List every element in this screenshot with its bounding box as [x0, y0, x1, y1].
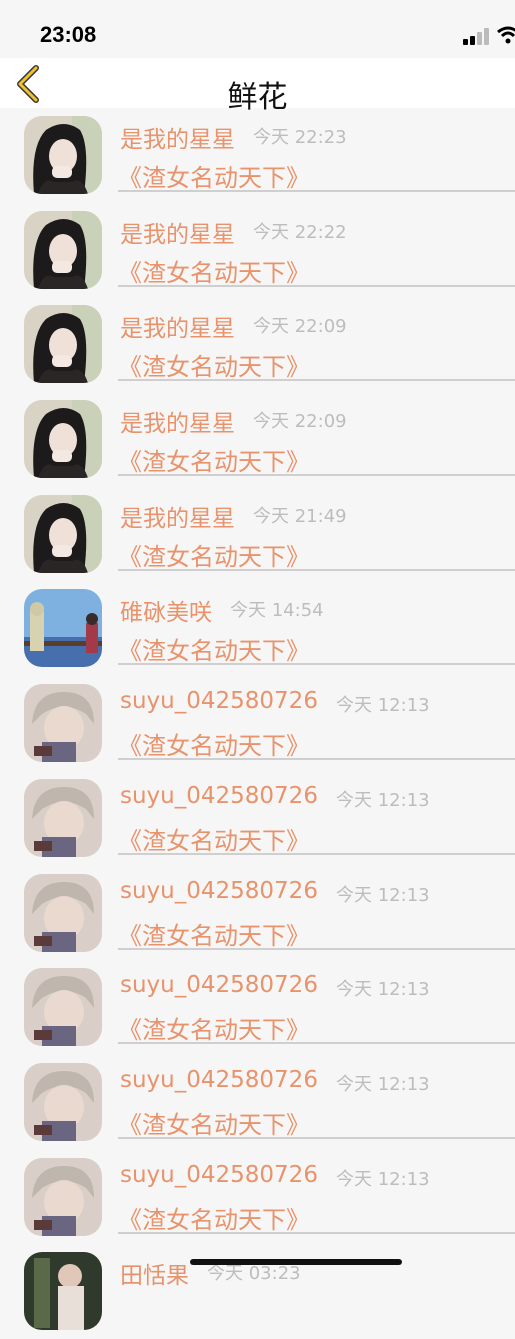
avatar[interactable] [24, 778, 102, 857]
avatar[interactable] [24, 1062, 102, 1141]
row-divider [118, 663, 515, 666]
timestamp: 今天 14:54 [230, 600, 324, 622]
user-name[interactable]: 是我的星星 [120, 499, 235, 533]
timestamp: 今天 22:09 [253, 411, 347, 433]
timestamp: 今天 22:09 [253, 316, 347, 338]
row-divider [118, 379, 515, 382]
list-item[interactable]: suyu_042580726 今天 12:13 《渣女名动天下》 [0, 771, 515, 866]
user-name[interactable]: 是我的星星 [120, 120, 235, 154]
timestamp: 今天 22:22 [253, 221, 347, 243]
cellular-signal-icon [463, 28, 491, 45]
timestamp: 今天 21:49 [253, 505, 347, 527]
user-name[interactable]: 田恬果 [120, 1256, 189, 1290]
user-name[interactable]: suyu_042580726 [120, 1067, 318, 1093]
message-list[interactable]: 是我的星星 今天 22:23 《渣女名动天下》 是我的星星 今天 22:22 《渣女名动天… [0, 108, 515, 1339]
row-divider [118, 947, 515, 950]
timestamp: 今天 12:13 [336, 695, 430, 717]
user-name[interactable]: suyu_042580726 [120, 688, 318, 714]
avatar[interactable] [24, 400, 102, 479]
message-text: 《渣女名动天下》 [118, 921, 310, 950]
status-time: 23:08 [40, 22, 97, 47]
avatar[interactable] [24, 589, 102, 668]
timestamp: 今天 22:23 [253, 127, 347, 148]
avatar[interactable] [24, 1252, 102, 1331]
row-divider [118, 1042, 515, 1045]
message-text: 《渣女名动天下》 [118, 1110, 310, 1139]
timestamp: 今天 12:13 [336, 1073, 430, 1095]
row-divider [118, 568, 515, 571]
avatar[interactable] [24, 968, 102, 1047]
list-item[interactable]: 是我的星星 今天 21:49 《渣女名动天下》 [0, 487, 515, 582]
list-item[interactable]: 是我的星星 今天 22:09 《渣女名动天下》 [0, 392, 515, 487]
list-item[interactable]: suyu_042580726 今天 12:13 《渣女名动天下》 [0, 960, 515, 1055]
avatar[interactable] [24, 873, 102, 952]
timestamp: 今天 12:13 [336, 979, 430, 1001]
timestamp: 今天 12:13 [336, 789, 430, 811]
user-name[interactable]: 是我的星星 [120, 215, 235, 249]
row-divider [118, 474, 515, 477]
avatar[interactable] [24, 305, 102, 384]
home-indicator [190, 1259, 402, 1265]
list-item[interactable]: 是我的星星 今天 22:23 《渣女名动天下》 [0, 108, 515, 203]
timestamp: 今天 12:13 [336, 884, 430, 906]
row-divider [118, 1231, 515, 1234]
row-divider [118, 190, 515, 192]
list-item[interactable]: 是我的星星 今天 22:22 《渣女名动天下》 [0, 203, 515, 298]
list-item[interactable]: suyu_042580726 今天 12:13 《渣女名动天下》 [0, 1055, 515, 1150]
row-divider [118, 852, 515, 855]
list-item[interactable]: suyu_042580726 今天 12:13 《渣女名动天下》 [0, 676, 515, 771]
status-bar: 23:08 [0, 0, 515, 58]
avatar[interactable] [24, 494, 102, 573]
list-item[interactable]: suyu_042580726 今天 12:13 《渣女名动天下》 [0, 866, 515, 961]
message-text: 《渣女名动天下》 [118, 1016, 310, 1045]
list-item[interactable]: suyu_042580726 今天 12:13 《渣女名动天下》 [0, 1150, 515, 1245]
message-text: 《渣女名动天下》 [118, 353, 310, 382]
user-name[interactable]: 碓砯美咲 [120, 593, 212, 627]
row-divider [118, 1136, 515, 1139]
timestamp: 今天 12:13 [336, 1168, 430, 1190]
avatar[interactable] [24, 684, 102, 763]
message-text: 《渣女名动天下》 [118, 258, 310, 287]
avatar[interactable] [24, 210, 102, 289]
message-text: 《渣女名动天下》 [118, 542, 310, 571]
user-name[interactable]: suyu_042580726 [120, 1162, 318, 1188]
row-divider [118, 758, 515, 761]
row-divider [118, 284, 515, 287]
user-name[interactable]: suyu_042580726 [120, 878, 318, 904]
user-name[interactable]: 是我的星星 [120, 309, 235, 343]
list-item[interactable]: 碓砯美咲 今天 14:54 《渣女名动天下》 [0, 581, 515, 676]
message-text: 《渣女名动天下》 [118, 164, 310, 192]
user-name[interactable]: suyu_042580726 [120, 972, 318, 998]
user-name[interactable]: suyu_042580726 [120, 783, 318, 809]
user-name[interactable]: 是我的星星 [120, 404, 235, 438]
wifi-icon [497, 26, 515, 44]
message-text: 《渣女名动天下》 [118, 826, 310, 855]
navigation-bar: 鲜花 [0, 58, 515, 115]
message-text: 《渣女名动天下》 [118, 1205, 310, 1234]
avatar[interactable] [24, 1157, 102, 1236]
message-text: 《渣女名动天下》 [118, 448, 310, 477]
message-text: 《渣女名动天下》 [118, 637, 310, 666]
list-item[interactable]: 是我的星星 今天 22:09 《渣女名动天下》 [0, 297, 515, 392]
avatar[interactable] [24, 116, 102, 194]
message-text: 《渣女名动天下》 [118, 732, 310, 761]
